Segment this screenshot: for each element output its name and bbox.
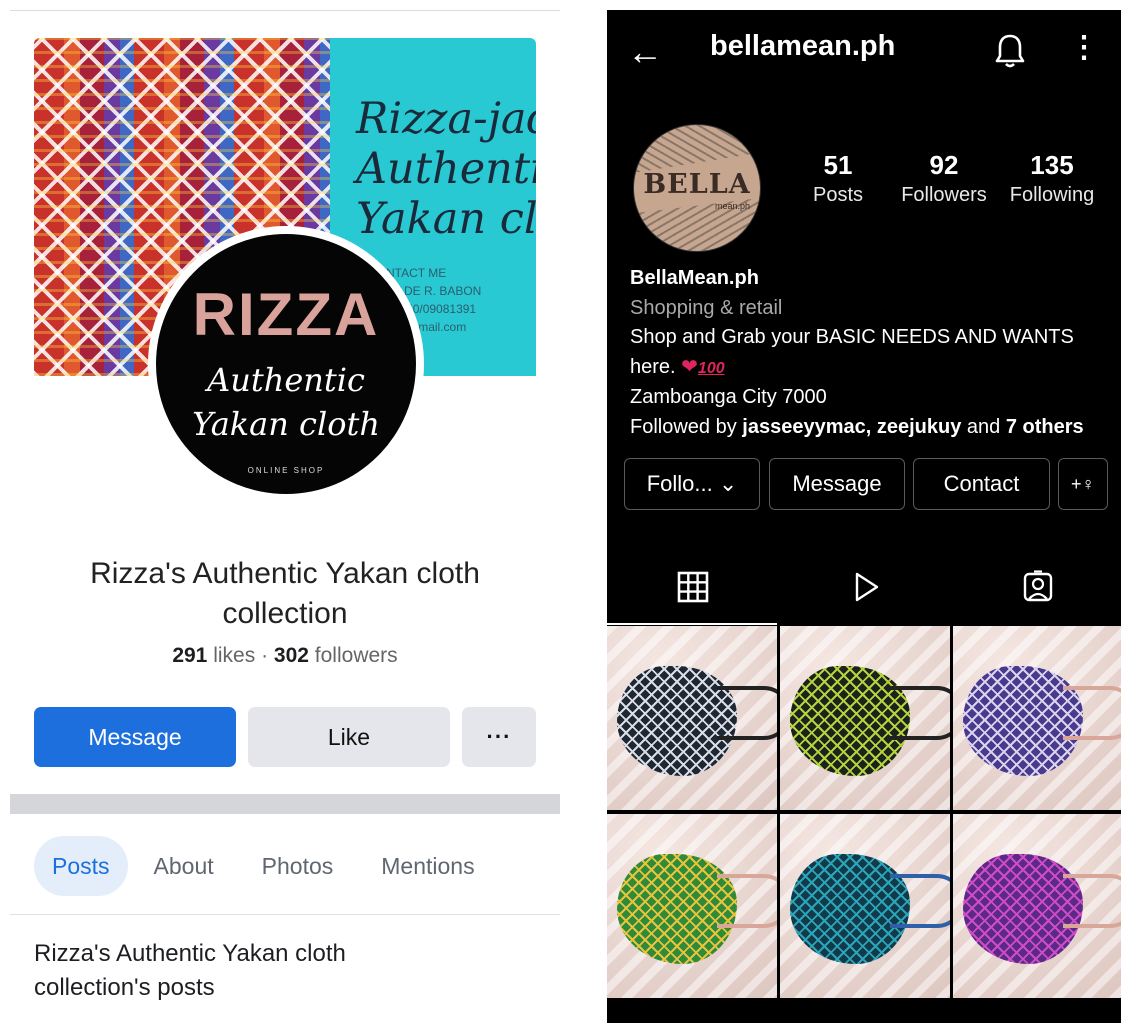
tab-posts[interactable]: Posts <box>34 836 128 896</box>
tab-mentions[interactable]: Mentions <box>359 836 496 896</box>
posts-section-title: Rizza's Authentic Yakan cloth collection… <box>34 940 346 1001</box>
hundred-emoji-icon: 100 <box>697 359 725 377</box>
add-person-button[interactable]: +♀ <box>1058 458 1108 510</box>
category-label: Shopping & retail <box>630 296 783 319</box>
following-stat[interactable]: 135 Following <box>1005 150 1099 210</box>
post-thumbnail[interactable] <box>953 626 1121 810</box>
bio-location: Zamboanga City 7000 <box>630 386 827 408</box>
active-tab-indicator <box>607 623 777 625</box>
mask-ear-strap <box>717 686 777 740</box>
post-thumbnail[interactable] <box>780 626 950 810</box>
message-button[interactable]: Message <box>769 458 905 510</box>
posts-count: 51 <box>823 150 853 180</box>
followers-label: followers <box>314 644 398 667</box>
profile-username: bellamean.ph <box>710 30 896 62</box>
more-options-button[interactable]: ··· <box>462 707 536 767</box>
mask-ear-strap <box>890 686 950 740</box>
following-dropdown-button[interactable]: Follo... ⌄ <box>624 458 760 510</box>
contact-button[interactable]: Contact <box>913 458 1050 510</box>
logo-sub-text: ONLINE SHOP <box>247 466 325 475</box>
mask-ear-strap <box>1063 686 1121 740</box>
logo-brand-text: RIZZA <box>192 281 380 348</box>
avatar-logo-subtext: mean.ph <box>714 201 750 211</box>
section-divider <box>10 794 560 814</box>
like-button[interactable]: Like <box>248 707 450 767</box>
followed-by-user-1[interactable]: jasseeyymac, <box>742 416 871 438</box>
following-label: Following <box>1009 184 1095 206</box>
heart-emoji-icon: ❤ <box>681 355 698 378</box>
bio-line-2: here. ❤100 <box>630 353 1110 384</box>
likes-count: 291 <box>172 644 208 667</box>
instagram-profile-panel: ← bellamean.ph ⋮ BELLA mean.ph 51 Posts … <box>607 10 1121 1023</box>
followers-count: 302 <box>273 644 309 667</box>
mask-ear-strap <box>1063 874 1121 928</box>
posts-grid <box>607 626 1121 1023</box>
page-stats: 291 likes · 302 followers <box>10 644 560 668</box>
profile-logo: RIZZA Authentic Yakan cloth ONLINE SHOP <box>156 234 416 494</box>
message-button[interactable]: Message <box>34 707 236 767</box>
mask-ear-strap <box>717 874 777 928</box>
grid-icon[interactable] <box>676 570 710 604</box>
page-title: Rizza's Authentic Yakan cloth collection <box>90 557 480 630</box>
avatar[interactable]: BELLA mean.ph <box>633 124 761 252</box>
followed-by-line: Followed by jasseeyymac, zeejukuy and 7 … <box>630 413 1110 443</box>
likes-label: likes <box>213 644 256 667</box>
stats-separator: · <box>261 644 269 667</box>
followers-label: Followers <box>901 184 987 206</box>
cover-title: Rizza-jad Authentic Yakan cl <box>356 94 536 244</box>
post-thumbnail[interactable] <box>607 814 777 998</box>
page-tabs: Posts About Photos Mentions <box>34 836 501 896</box>
logo-script-text: Authentic Yakan cloth <box>192 361 380 443</box>
page-profile-picture[interactable]: RIZZA Authentic Yakan cloth ONLINE SHOP <box>148 226 424 502</box>
reels-play-icon[interactable] <box>849 570 883 604</box>
tab-photos[interactable]: Photos <box>240 836 356 896</box>
more-options-icon[interactable]: ⋮ <box>1069 30 1099 65</box>
mask-ear-strap <box>890 874 950 928</box>
top-divider <box>10 10 560 11</box>
followed-by-and: and <box>966 415 1001 438</box>
following-count: 135 <box>1030 150 1074 180</box>
posts-label: Posts <box>812 184 864 206</box>
avatar-logo-text: BELLA <box>643 169 751 200</box>
posts-stat[interactable]: 51 Posts <box>803 150 873 210</box>
bell-icon[interactable] <box>993 32 1027 70</box>
display-name: BellaMean.ph <box>630 267 759 289</box>
back-arrow-icon[interactable]: ← <box>627 32 663 72</box>
tabs-divider <box>10 914 560 915</box>
followed-by-prefix: Followed by <box>630 415 737 438</box>
followers-stat[interactable]: 92 Followers <box>897 150 991 210</box>
facebook-page-panel: Rizza-jad Authentic Yakan cl NTACT ME -J… <box>10 0 560 1023</box>
bio-line-1: Shop and Grab your BASIC NEEDS AND WANTS <box>630 326 1074 348</box>
profile-bio: BellaMean.ph Shopping & retail Shop and … <box>630 264 1110 442</box>
post-thumbnail[interactable] <box>953 814 1121 998</box>
post-thumbnail[interactable] <box>780 814 950 998</box>
followers-count: 92 <box>929 150 959 180</box>
post-thumbnail[interactable] <box>607 626 777 810</box>
tagged-person-icon[interactable] <box>1021 570 1055 604</box>
bio-line-2-text: here. <box>630 355 676 378</box>
followed-by-user-2[interactable]: zeejukuy <box>877 416 961 438</box>
tab-about[interactable]: About <box>132 836 236 896</box>
followed-by-others[interactable]: 7 others <box>1006 416 1084 438</box>
